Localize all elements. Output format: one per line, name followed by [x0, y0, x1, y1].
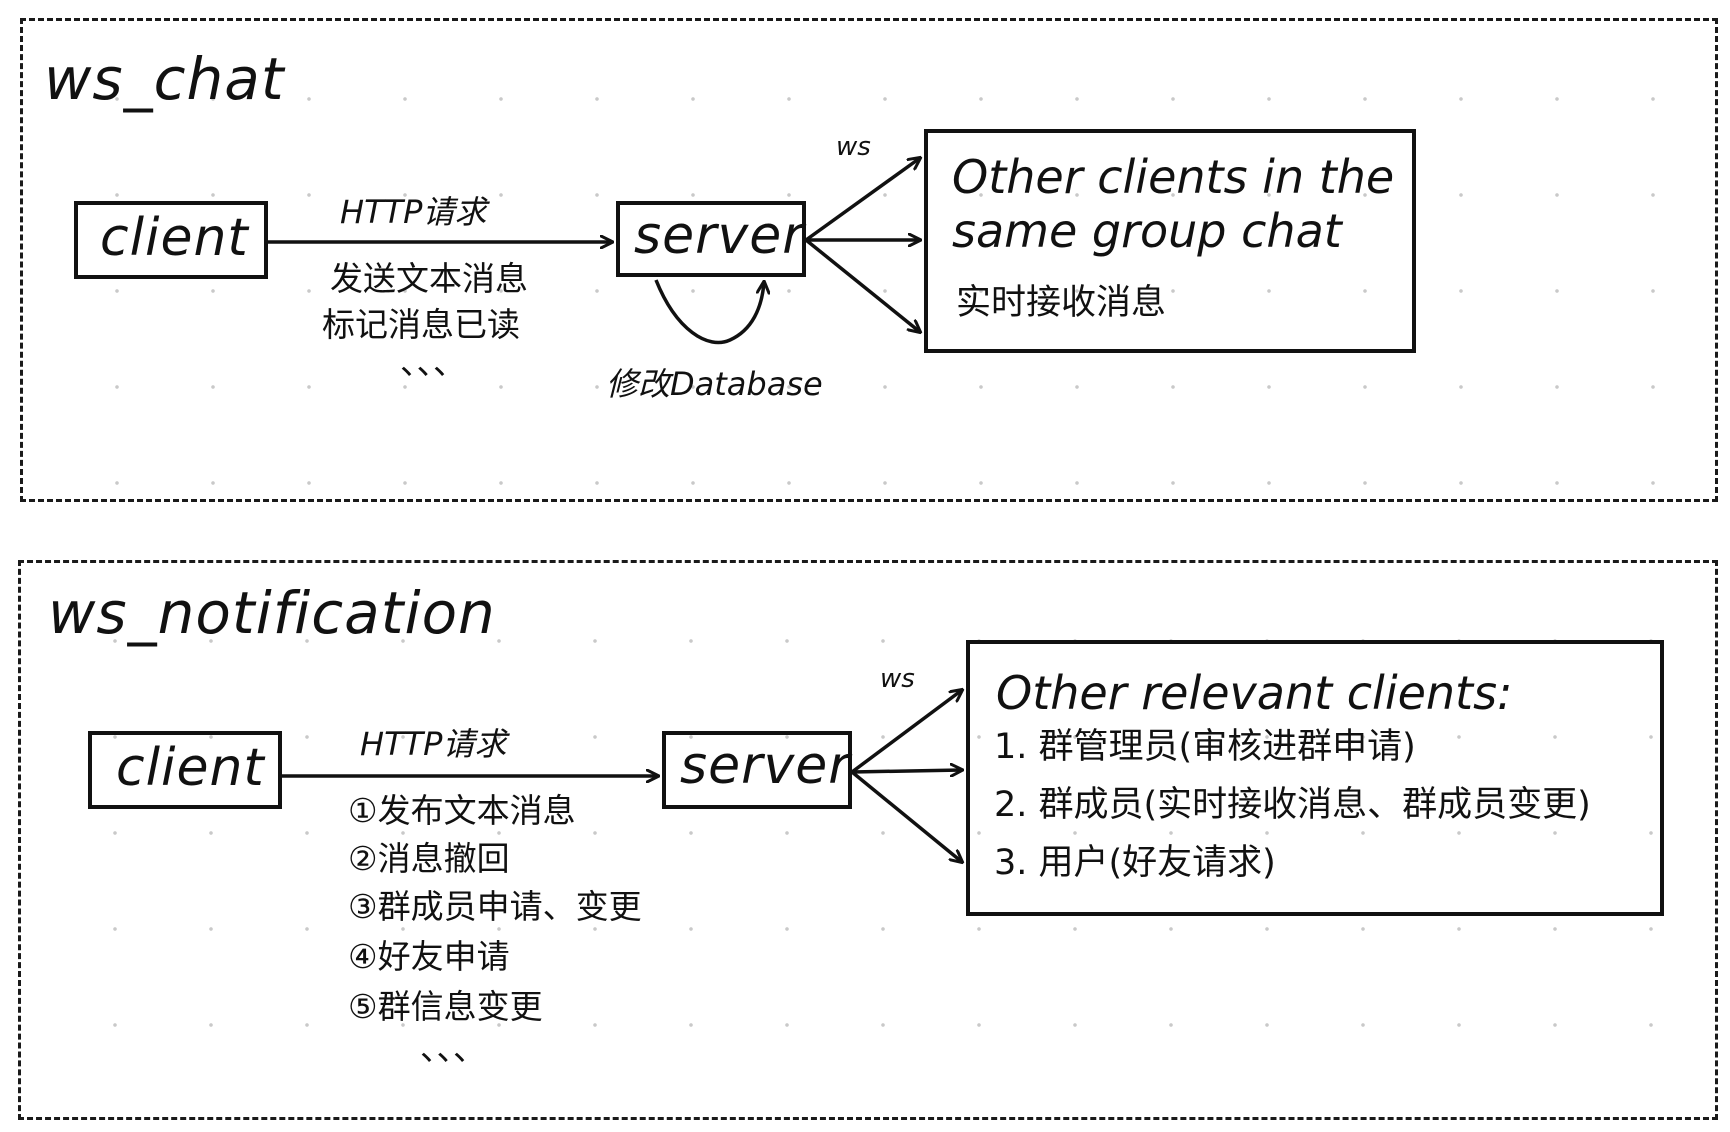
- chat-target-line1: Other clients in the: [952, 150, 1395, 204]
- chat-client-label: client: [100, 208, 249, 268]
- notification-target-item-3: 3. 用户(好友请求): [994, 843, 1276, 883]
- chat-server-label: server: [634, 206, 805, 266]
- notification-http-item-2: ②消息撤回: [348, 839, 510, 878]
- notification-target-heading: Other relevant clients:: [996, 666, 1513, 720]
- notification-http-item-4: ④好友申请: [348, 937, 510, 976]
- chat-ws-label: ws: [836, 132, 871, 162]
- notification-target-item-1: 1. 群管理员(审核进群申请): [994, 727, 1416, 767]
- ws-notification-title: ws_notification: [48, 579, 496, 647]
- notification-http-label: HTTP请求: [360, 725, 507, 763]
- notification-client-label: client: [116, 738, 265, 798]
- notification-server-label: server: [680, 736, 851, 796]
- notification-http-item-5: ⑤群信息变更: [348, 987, 543, 1026]
- chat-http-item-2: 标记消息已读: [322, 305, 520, 344]
- chat-http-item-3: 、、、: [400, 343, 466, 382]
- notification-http-item-6: 、、、: [420, 1029, 486, 1068]
- chat-target-line2: same group chat: [952, 204, 1342, 258]
- chat-loop-label: 修改Database: [606, 365, 823, 403]
- notification-target-item-2: 2. 群成员(实时接收消息、群成员变更): [994, 785, 1591, 825]
- chat-http-item-1: 发送文本消息: [330, 259, 528, 298]
- notification-ws-label: ws: [880, 664, 915, 694]
- ws-chat-title: ws_chat: [44, 45, 285, 113]
- diagram-canvas: ws_chat client server Other clients in t…: [0, 0, 1730, 1132]
- notification-http-item-1: ①发布文本消息: [348, 791, 576, 830]
- notification-http-item-3: ③群成员申请、变更: [348, 887, 642, 926]
- chat-http-label: HTTP请求: [340, 193, 487, 231]
- chat-target-desc: 实时接收消息: [956, 283, 1167, 323]
